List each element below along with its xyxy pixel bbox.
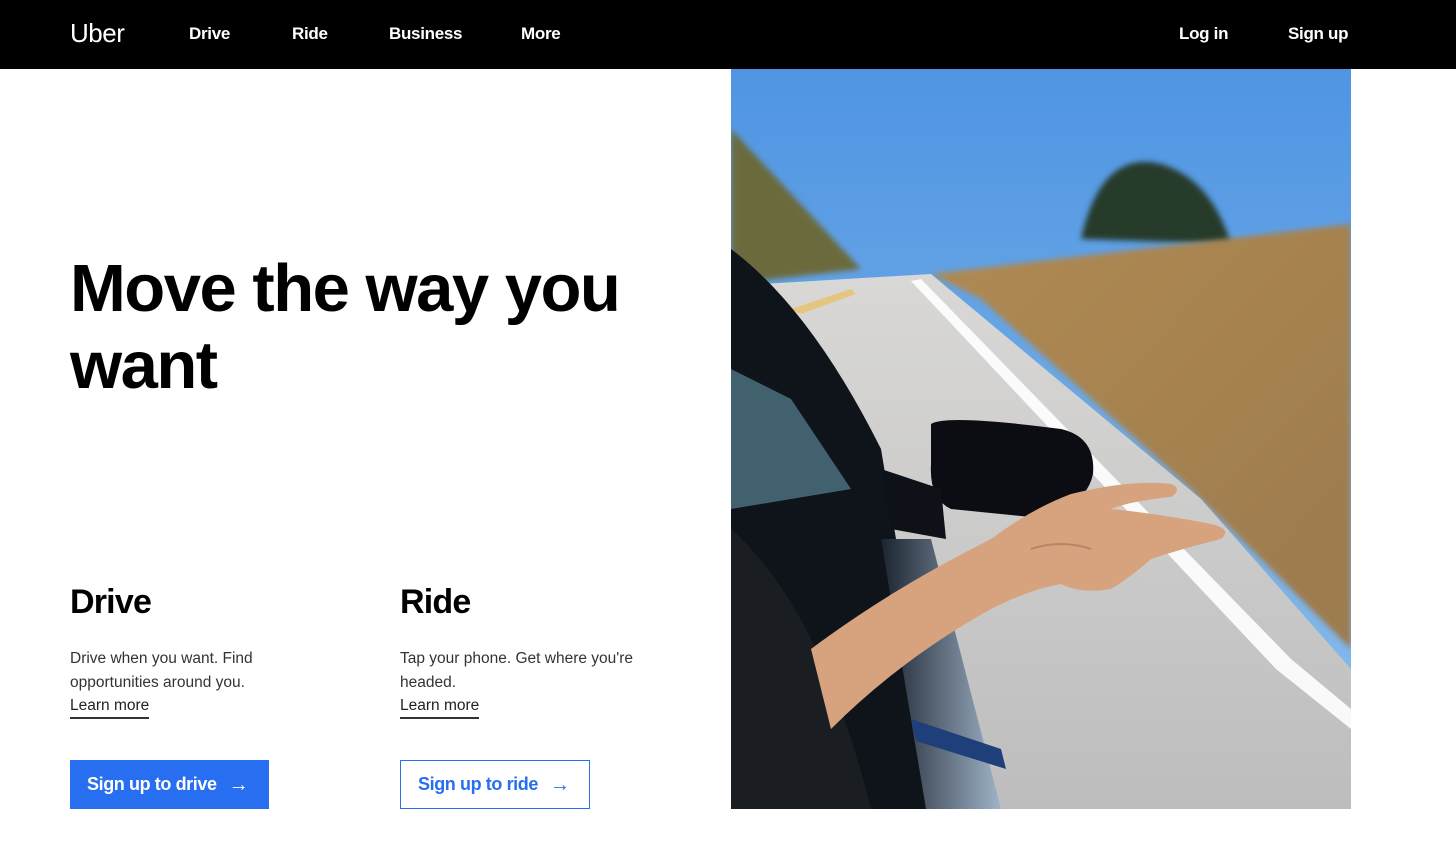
top-navigation: Uber Drive Ride Business More Log in Sig… [0, 0, 1456, 69]
ride-learn-more-link[interactable]: Learn more [400, 695, 480, 719]
sign-up-to-drive-label: Sign up to drive [87, 774, 217, 794]
ride-section: Ride Tap your phone. Get where you're he… [400, 582, 700, 809]
nav-more[interactable]: More [521, 24, 561, 44]
login-link[interactable]: Log in [1179, 24, 1228, 44]
arrow-right-icon: → [550, 773, 570, 796]
sign-up-to-ride-button[interactable]: Sign up to ride → [400, 760, 590, 809]
hero-image [731, 69, 1351, 809]
nav-ride[interactable]: Ride [292, 24, 328, 44]
nav-business[interactable]: Business [389, 24, 462, 44]
uber-logo[interactable]: Uber [70, 18, 125, 49]
drive-heading: Drive [70, 583, 152, 621]
sign-up-to-drive-button[interactable]: Sign up to drive → [70, 760, 269, 809]
arrow-right-icon: → [228, 773, 249, 796]
signup-link[interactable]: Sign up [1288, 24, 1349, 44]
drive-learn-more-link[interactable]: Learn more [70, 695, 150, 719]
drive-section: Drive Drive when you want. Find opportun… [70, 582, 370, 809]
ride-heading: Ride [400, 583, 471, 621]
ride-description: Tap your phone. Get where you're headed. [400, 650, 634, 691]
nav-drive[interactable]: Drive [189, 24, 230, 44]
drive-description: Drive when you want. Find opportunities … [70, 650, 253, 691]
hero-title: Move the way you want [70, 251, 621, 403]
hero-photo-illustration [731, 69, 1351, 809]
sign-up-to-ride-label: Sign up to ride [418, 774, 538, 794]
